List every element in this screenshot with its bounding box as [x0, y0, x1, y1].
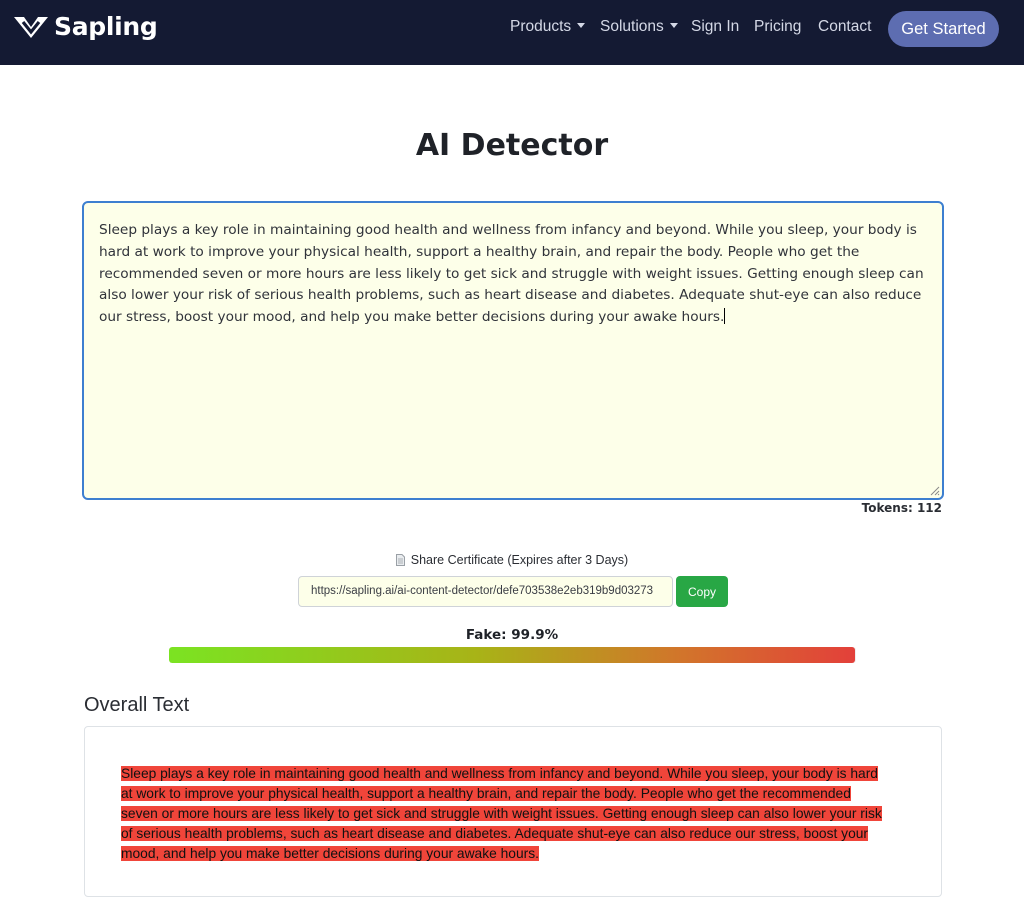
- text-cursor: [724, 308, 726, 325]
- caret-down-icon: [669, 23, 678, 28]
- nav-products[interactable]: Products: [510, 18, 586, 36]
- resize-grip-icon[interactable]: [928, 484, 940, 496]
- brand-home-link[interactable]: Sapling: [12, 10, 158, 42]
- token-count: Tokens: 112: [861, 501, 942, 515]
- overall-text-body: Sleep plays a key role in maintaining go…: [121, 764, 891, 864]
- overall-text-card: Sleep plays a key role in maintaining go…: [84, 726, 942, 897]
- page-title: AI Detector: [415, 128, 609, 163]
- fake-score-bar-fill: [169, 647, 856, 663]
- nav-solutions[interactable]: Solutions: [600, 18, 678, 36]
- copy-button[interactable]: Copy: [676, 576, 728, 607]
- text-input-area[interactable]: Sleep plays a key role in maintaining go…: [82, 201, 944, 500]
- document-icon: [395, 554, 405, 566]
- caret-down-icon: [577, 23, 586, 28]
- top-navbar: Sapling Products Solutions Sign In Prici…: [0, 0, 1024, 65]
- get-started-button[interactable]: Get Started: [888, 11, 999, 47]
- input-text: Sleep plays a key role in maintaining go…: [99, 222, 924, 326]
- brand-name: Sapling: [54, 11, 158, 41]
- share-certificate-text: Share Certificate (Expires after 3 Days): [410, 553, 629, 567]
- nav-solutions-label: Solutions: [600, 18, 664, 35]
- nav-sign-in[interactable]: Sign In: [691, 18, 739, 36]
- nav-pricing[interactable]: Pricing: [754, 18, 801, 36]
- share-certificate-label: Share Certificate (Expires after 3 Days): [0, 553, 1024, 567]
- fake-score-bar: [169, 647, 856, 663]
- share-url-field[interactable]: https://sapling.ai/ai-content-detector/d…: [298, 576, 673, 607]
- fake-score-label: Fake: 99.9%: [465, 627, 559, 643]
- overall-text-heading: Overall Text: [84, 694, 190, 716]
- nav-contact[interactable]: Contact: [818, 18, 871, 36]
- highlighted-ai-text: Sleep plays a key role in maintaining go…: [121, 766, 882, 861]
- nav-products-label: Products: [510, 18, 572, 35]
- sapling-logo-icon: [14, 17, 48, 38]
